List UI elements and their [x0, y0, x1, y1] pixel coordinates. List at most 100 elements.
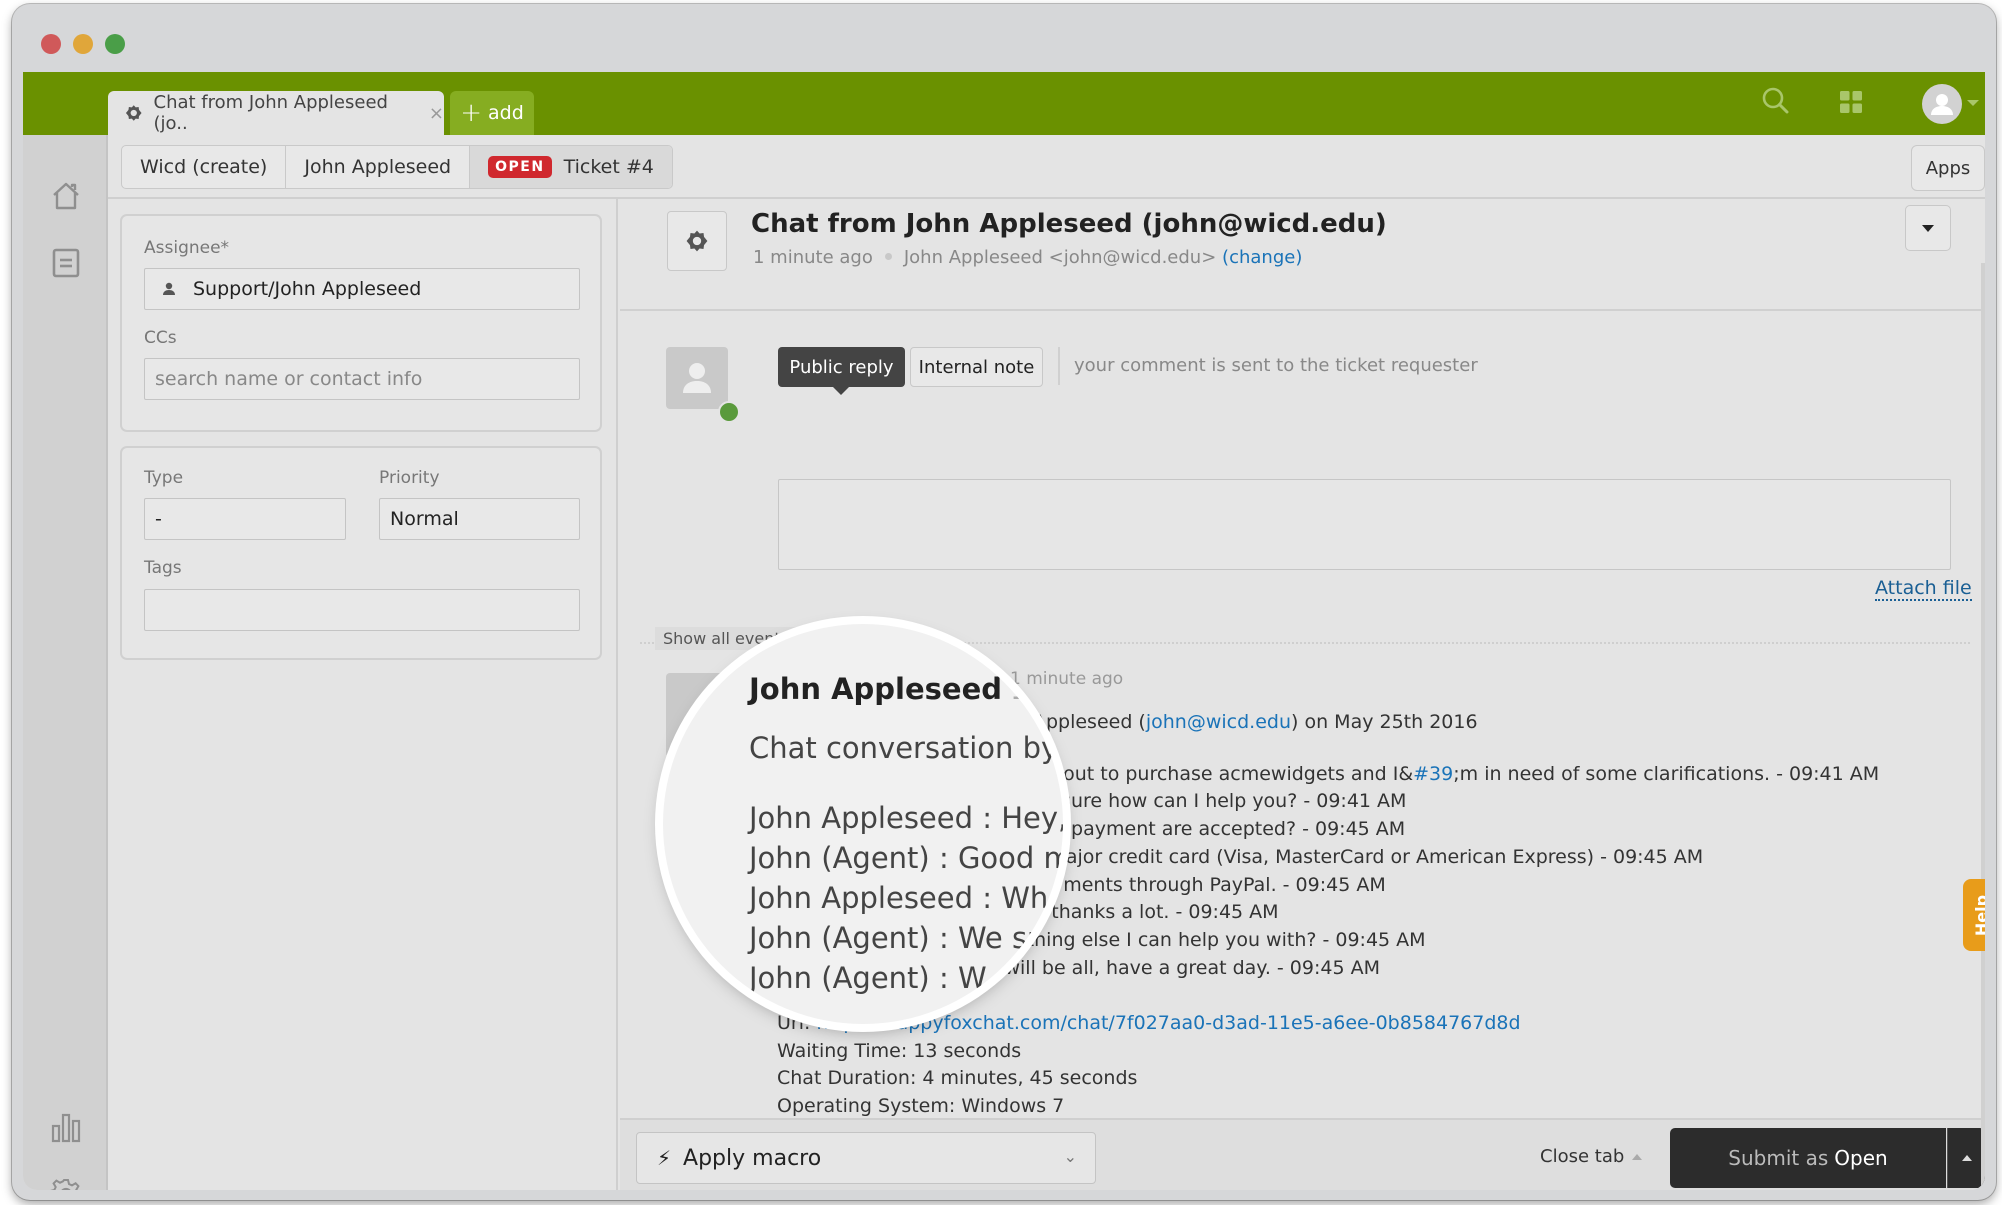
lightning-icon: ⚡︎ [657, 1146, 672, 1170]
divider [1058, 347, 1060, 385]
magnified-line: John (Agent) : Good mo [749, 841, 1063, 875]
divider [620, 309, 1985, 311]
breadcrumb-label: Ticket #4 [563, 156, 654, 178]
tab-label: Chat from John Appleseed (jo.. [153, 92, 388, 134]
ticket-footer: ⚡︎ Apply macro ⌄ Close tab Submit as Open [620, 1118, 1985, 1190]
apply-macro-select[interactable]: ⚡︎ Apply macro ⌄ [636, 1132, 1096, 1184]
requester-email-link[interactable]: john@wicd.edu [1146, 711, 1291, 733]
reporting-icon[interactable] [50, 1112, 82, 1144]
ticket-fields-card: Type - Priority Normal Tags [120, 446, 602, 660]
gear-icon [125, 105, 142, 121]
window-close-button[interactable] [41, 34, 61, 54]
help-button[interactable]: Help [1963, 879, 1985, 951]
separator-dot [884, 253, 892, 260]
breadcrumb-requester[interactable]: John Appleseed [286, 146, 471, 188]
ccs-placeholder: search name or contact info [155, 368, 423, 390]
magnified-line: John (Agent) : We su [749, 921, 1046, 955]
ticket-subbar: Wicd (create) John Appleseed OPEN Ticket… [108, 135, 1985, 199]
submit-options-button[interactable] [1947, 1128, 1985, 1188]
caret-up-icon [1961, 1155, 1972, 1161]
search-icon[interactable] [1761, 86, 1791, 116]
magnified-author: John Appleseed 1 [749, 672, 1063, 706]
apps-grid-icon[interactable] [1839, 90, 1863, 114]
scrollbar[interactable] [1981, 263, 1985, 1190]
attach-file-link[interactable]: Attach file [1875, 577, 1972, 601]
views-icon[interactable] [50, 247, 82, 279]
window-minimize-button[interactable] [73, 34, 93, 54]
internal-note-button[interactable]: Internal note [910, 347, 1043, 387]
stats-waiting-time: Waiting Time: 13 seconds [777, 1039, 1022, 1062]
breadcrumb-ticket[interactable]: OPEN Ticket #4 [470, 146, 672, 188]
person-icon [163, 282, 175, 295]
close-tab-icon[interactable]: × [429, 103, 444, 124]
user-avatar[interactable] [1922, 84, 1962, 124]
chat-url-link[interactable]: https://happyfoxchat.com/chat/7f027aa0-d… [816, 1012, 1520, 1034]
home-icon[interactable] [50, 180, 82, 212]
ticket-options-button[interactable] [1905, 205, 1951, 251]
reply-hint: your comment is sent to the ticket reque… [1074, 355, 1478, 376]
tab-ticket[interactable]: Chat from John Appleseed (jo.. × [108, 91, 444, 135]
ccs-input[interactable]: search name or contact info [144, 358, 580, 400]
assignee-label: Assignee* [144, 238, 230, 258]
add-tab-label: add [488, 102, 524, 124]
type-value: - [155, 508, 162, 530]
type-label: Type [144, 468, 184, 488]
magnifier-lens: John Appleseed 1 Chat conversation by J J… [663, 624, 1063, 1024]
ticket-requester: John Appleseed <john@wicd.edu> [903, 247, 1217, 268]
magnified-line: John Appleseed : What [749, 881, 1063, 915]
gear-icon [686, 230, 708, 252]
reply-textarea[interactable] [778, 479, 1951, 570]
ccs-label: CCs [144, 328, 177, 348]
ticket-meta: 1 minute ago John Appleseed <john@wicd.ed… [753, 247, 1302, 268]
submit-button[interactable]: Submit as Open [1670, 1128, 1946, 1188]
breadcrumb-label: Wicd (create) [140, 156, 268, 178]
stats-url: Url: https://happyfoxchat.com/chat/7f027… [777, 1010, 1879, 1038]
caret-up-icon [1632, 1153, 1643, 1160]
status-badge: OPEN [488, 156, 552, 178]
breadcrumb-label: John Appleseed [304, 156, 452, 178]
left-nav-rail [23, 135, 108, 1190]
priority-label: Priority [379, 468, 440, 488]
magnified-line: John (Agent) : W [749, 961, 987, 995]
window-zoom-button[interactable] [105, 34, 125, 54]
agent-status-icon [718, 401, 740, 423]
priority-select[interactable]: Normal [379, 498, 580, 540]
agent-avatar [666, 347, 728, 409]
tags-input[interactable] [144, 589, 580, 631]
public-reply-button[interactable]: Public reply [778, 347, 905, 395]
magnified-author-name: John Appleseed [749, 672, 1003, 706]
assignee-value: Support/John Appleseed [193, 278, 422, 300]
close-tab-button[interactable]: Close tab [1540, 1146, 1643, 1167]
assignee-card: Assignee* Support/John Appleseed CCs sea… [120, 214, 602, 432]
user-avatar-icon [1931, 94, 1953, 115]
user-menu-caret-icon[interactable] [1967, 100, 1979, 106]
entity-link[interactable]: #39 [1413, 763, 1453, 785]
assignee-field[interactable]: Support/John Appleseed [144, 268, 580, 310]
tags-label: Tags [144, 558, 182, 578]
add-tab-button[interactable]: + add [450, 91, 534, 135]
caret-down-icon [1922, 224, 1934, 232]
apps-button[interactable]: Apps [1911, 145, 1985, 191]
magnifier-content: John Appleseed 1 Chat conversation by J J… [749, 672, 1063, 998]
chat-text: ;m in need of some clarifications. - 09:… [1453, 762, 1880, 785]
priority-value: Normal [390, 508, 459, 530]
top-header: Chat from John Appleseed (jo.. × + add [23, 72, 1985, 135]
ticket-properties-panel: Assignee* Support/John Appleseed CCs sea… [108, 199, 618, 1190]
app-window: Chat from John Appleseed (jo.. × + add W… [12, 4, 1996, 1200]
breadcrumb: Wicd (create) John Appleseed OPEN Ticket… [121, 145, 673, 189]
close-tab-label: Close tab [1540, 1146, 1625, 1167]
app-content: Chat from John Appleseed (jo.. × + add W… [23, 72, 1985, 1190]
breadcrumb-organization[interactable]: Wicd (create) [122, 146, 287, 188]
magnified-time: 1 [1010, 672, 1029, 706]
intro-date: ) on May 25th 2016 [1291, 711, 1478, 733]
magnified-line: Chat conversation by J [749, 731, 1063, 765]
apply-macro-label: Apply macro [683, 1145, 822, 1171]
change-requester-link[interactable]: (change) [1222, 247, 1302, 268]
type-select[interactable]: - [144, 498, 346, 540]
ticket-channel-icon-box [667, 211, 727, 271]
chevron-down-icon: ⌄ [1063, 1147, 1077, 1166]
plus-icon: + [460, 98, 483, 128]
settings-icon[interactable] [50, 1178, 82, 1190]
ticket-time: 1 minute ago [753, 247, 873, 268]
stats-chat-duration: Chat Duration: 4 minutes, 45 seconds [777, 1067, 1138, 1090]
